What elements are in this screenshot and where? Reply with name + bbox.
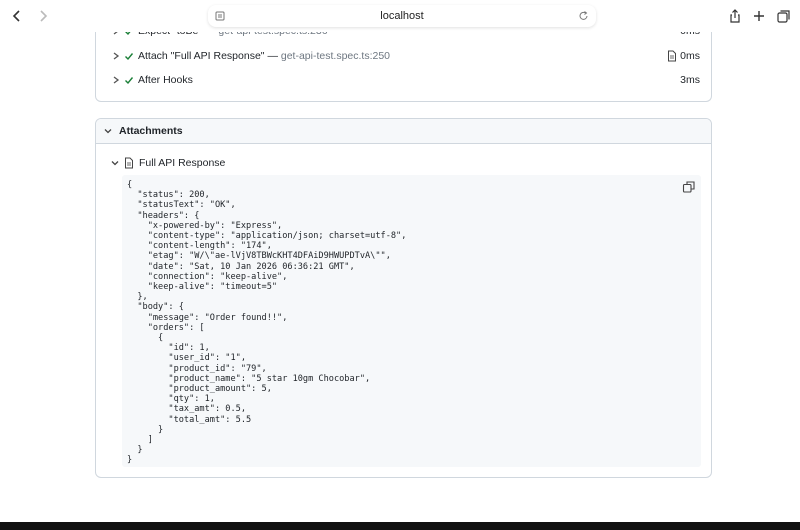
tabs-overview-button[interactable] (772, 4, 794, 28)
browser-toolbar: localhost (0, 0, 800, 32)
attachments-header[interactable]: Attachments (96, 119, 711, 144)
nav-buttons (4, 4, 56, 28)
url-text: localhost (380, 10, 424, 22)
attachment-icon[interactable] (667, 50, 677, 62)
step-row[interactable]: After Hooks 3ms (96, 69, 711, 91)
toolbar-right (724, 4, 794, 28)
chevron-left-icon (12, 10, 20, 22)
forward-button[interactable] (30, 4, 56, 28)
window-bottom-edge (0, 522, 800, 530)
chevron-right-icon[interactable] (111, 51, 121, 61)
chevron-down-icon[interactable] (110, 158, 120, 168)
attachment-name: Full API Response (139, 157, 226, 169)
step-location[interactable]: get-api-test.spec.ts:250 (281, 50, 390, 62)
step-duration: 0ms (680, 50, 700, 62)
tabs-icon (776, 9, 790, 23)
new-tab-button[interactable] (748, 4, 770, 28)
step-title: Attach "Full API Response" — get-api-tes… (138, 50, 391, 62)
check-icon (125, 53, 134, 61)
step-title: After Hooks (138, 74, 193, 86)
step-duration: 3ms (680, 74, 700, 86)
share-button[interactable] (724, 4, 746, 28)
back-button[interactable] (4, 4, 30, 28)
attachments-panel: Attachments Full API Response { "status"… (95, 118, 712, 478)
file-icon (125, 157, 133, 169)
share-icon (730, 9, 740, 23)
address-bar[interactable]: localhost (208, 5, 596, 27)
plus-icon (754, 11, 764, 21)
check-icon (125, 77, 134, 85)
reader-icon[interactable] (214, 9, 226, 23)
step-row[interactable]: Attach "Full API Response" — get-api-tes… (96, 45, 711, 67)
reload-icon[interactable] (578, 9, 590, 23)
attachment-item[interactable]: Full API Response (110, 157, 225, 169)
attachment-content: { "status": 200, "statusText": "OK", "he… (122, 175, 701, 467)
json-content: { "status": 200, "statusText": "OK", "he… (127, 180, 407, 466)
chevron-down-icon[interactable] (103, 126, 113, 136)
attachments-title: Attachments (119, 125, 183, 137)
chevron-right-icon (40, 10, 48, 22)
chevron-right-icon[interactable] (111, 75, 121, 85)
copy-icon[interactable] (682, 180, 696, 194)
